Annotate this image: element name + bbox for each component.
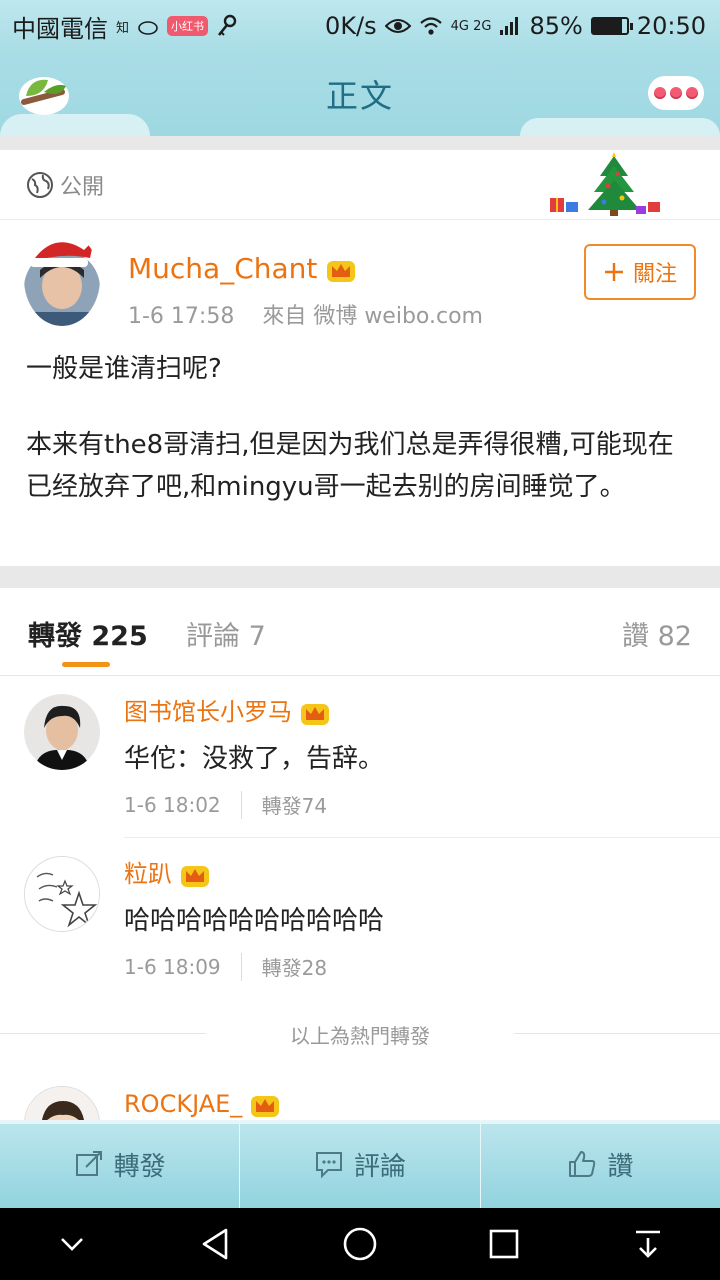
cloud-decoration	[520, 118, 720, 136]
visibility-label: 公開	[60, 174, 105, 200]
post-time: 1-6 17:58	[128, 304, 235, 329]
home-circle-icon[interactable]	[340, 1224, 380, 1264]
clock: 20:50	[636, 12, 706, 40]
recents-square-icon[interactable]	[484, 1224, 524, 1264]
follow-label: 關注	[632, 262, 677, 287]
comment-icon	[315, 1152, 342, 1179]
repost-avatar[interactable]	[24, 1086, 100, 1120]
author-row: Mucha_Chant 1-6 17:58 來自 微博 weibo.com 關注	[0, 232, 720, 332]
globe-icon	[27, 171, 53, 198]
christmas-tree-decoration	[550, 152, 660, 216]
section-separator	[0, 566, 720, 588]
more-dot-icon	[686, 87, 698, 99]
vip-crown-icon	[250, 1096, 279, 1117]
post-paragraph: 一般是谁清扫呢?	[26, 354, 222, 384]
wifi-icon	[419, 17, 442, 35]
key-icon	[218, 14, 237, 36]
hot-reposts-divider: 以上為熱門轉發	[0, 1016, 720, 1052]
repost-text: 哈哈哈哈哈哈哈哈哈哈	[124, 906, 385, 936]
repost-time: 1-6 18:02	[124, 792, 221, 817]
weibo-notification-icon	[138, 21, 158, 35]
xiaohongshu-notification-icon: 小红书	[167, 16, 209, 36]
chevron-down-icon[interactable]	[52, 1224, 92, 1264]
repost-count[interactable]: 轉發28	[262, 952, 327, 981]
more-dot-icon	[654, 87, 666, 99]
title-bar: 正文	[0, 52, 720, 136]
repost-item[interactable]: ROCKJAE_	[0, 1072, 720, 1120]
tabs-row: 轉發 225 評論 7 讚 82	[0, 590, 720, 676]
author-name[interactable]: Mucha_Chant	[128, 252, 317, 285]
post-meta: 1-6 17:58 來自 微博 weibo.com	[128, 298, 483, 330]
vip-crown-icon	[180, 866, 209, 887]
notification-pulldown-icon[interactable]	[628, 1224, 668, 1264]
battery-percent: 85%	[529, 12, 583, 40]
bottom-action-bar: 轉發 評論 讚	[0, 1120, 720, 1208]
repost-text: 华佗：没救了，告辞。	[124, 744, 385, 774]
carrier-label: 中國電信	[12, 14, 108, 43]
repost-avatar[interactable]	[24, 694, 100, 770]
network-speed: 0K/s	[325, 12, 377, 40]
repost-name-row[interactable]: 粒趴	[124, 854, 210, 889]
repost-item[interactable]: 图书馆长小罗马 华佗：没救了，告辞。 1-6 18:02 轉發74	[0, 676, 720, 838]
thumbs-up-icon	[569, 1151, 596, 1177]
repost-count[interactable]: 轉發74	[262, 790, 327, 819]
repost-meta: 1-6 18:02 轉發74	[124, 790, 327, 819]
like-button[interactable]: 讚	[481, 1120, 720, 1208]
signal-icon	[500, 17, 519, 35]
network-type: 4G 2G	[450, 18, 492, 34]
repost-user-name[interactable]: 粒趴	[124, 860, 172, 888]
zhihu-notification-icon: 知	[116, 20, 130, 36]
vip-crown-icon	[327, 261, 356, 282]
status-bar: 中國電信 知 小红书 0K/s 4G 2G 85% 20:50	[0, 0, 720, 52]
active-tab-indicator	[62, 662, 110, 667]
post-source: 來自 微博 weibo.com	[262, 304, 483, 329]
post-body: 一般是谁清扫呢? 本来有the8哥清扫,但是因为我们总是弄得很糟,可能现在已经放…	[26, 348, 696, 508]
page-title: 正文	[325, 77, 394, 115]
vip-crown-icon	[300, 704, 329, 725]
tab-like[interactable]: 讚 82	[622, 614, 692, 653]
follow-button[interactable]: 關注	[584, 244, 696, 300]
author-name-row[interactable]: Mucha_Chant	[128, 252, 356, 285]
repost-avatar[interactable]	[24, 856, 100, 932]
repost-time: 1-6 18:09	[124, 954, 221, 979]
eye-icon	[384, 19, 411, 33]
comment-button[interactable]: 評論	[240, 1120, 481, 1208]
more-dot-icon	[670, 87, 682, 99]
repost-name-row[interactable]: 图书馆长小罗马	[124, 692, 330, 727]
repost-item[interactable]: 粒趴 哈哈哈哈哈哈哈哈哈哈 1-6 18:09 轉發28	[0, 838, 720, 1000]
repost-button[interactable]: 轉發	[0, 1120, 241, 1208]
repost-icon	[75, 1151, 102, 1176]
repost-user-name[interactable]: ROCKJAE_	[124, 1090, 242, 1118]
comment-label: 評論	[353, 1151, 406, 1182]
post-paragraph: 本来有the8哥清扫,但是因为我们总是弄得很糟,可能现在已经放弃了吧,和ming…	[26, 430, 674, 502]
like-label: 讚	[607, 1151, 634, 1182]
back-triangle-icon[interactable]	[196, 1224, 236, 1264]
section-separator	[0, 136, 720, 150]
repost-meta: 1-6 18:09 轉發28	[124, 952, 327, 981]
system-navigation-bar	[0, 1208, 720, 1280]
back-leaf-icon[interactable]	[16, 70, 72, 118]
hot-reposts-label: 以上為熱門轉發	[280, 1019, 440, 1049]
tab-repost[interactable]: 轉發 225	[28, 614, 148, 653]
plus-icon	[604, 263, 623, 281]
repost-name-row[interactable]: ROCKJAE_	[124, 1090, 280, 1118]
repost-user-name[interactable]: 图书馆长小罗马	[124, 698, 292, 726]
author-avatar[interactable]	[24, 232, 100, 326]
more-options-button[interactable]	[648, 76, 704, 110]
repost-label: 轉發	[113, 1151, 166, 1182]
tab-comment[interactable]: 評論 7	[186, 614, 266, 653]
battery-icon	[590, 17, 633, 35]
